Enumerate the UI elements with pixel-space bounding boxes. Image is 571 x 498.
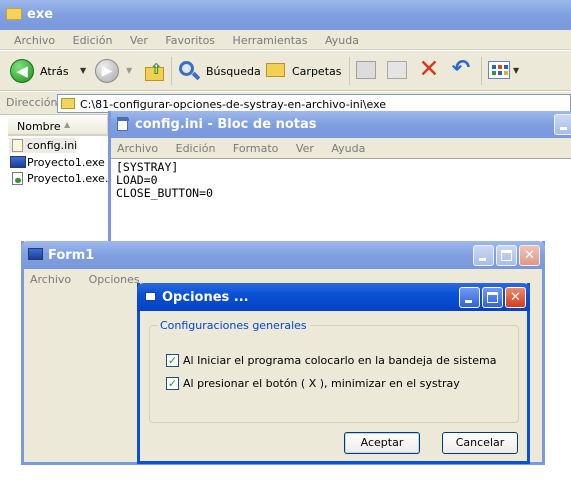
views-icon[interactable]	[488, 61, 510, 79]
explorer-title-bar[interactable]: exe	[0, 0, 571, 30]
checkbox-minimize-on-close[interactable]: ✓	[166, 377, 179, 390]
notepad-title: config.ini - Bloc de notas	[135, 117, 317, 132]
notepad-menu-ver[interactable]: Ver	[296, 142, 314, 155]
menu-archivo[interactable]: Archivo	[14, 34, 55, 47]
copy-to-icon[interactable]	[387, 61, 407, 79]
notepad-minimize-button[interactable]	[554, 114, 571, 135]
menu-herramientas[interactable]: Herramientas	[233, 34, 308, 47]
general-settings-label: Configuraciones generales	[157, 319, 310, 332]
search-button[interactable]: Búsqueda	[177, 58, 261, 84]
column-header-name[interactable]: Nombre ▲	[8, 116, 108, 136]
option-minimize-on-close[interactable]: ✓ Al presionar el botón ( X ), minimizar…	[166, 376, 516, 392]
opciones-title: Opciones ...	[162, 290, 249, 305]
explorer-menu-bar: Archivo Edición Ver Favoritos Herramient…	[0, 30, 571, 50]
search-label: Búsqueda	[206, 65, 261, 78]
opciones-dialog: Opciones ... ✕ Configuraciones generales…	[137, 283, 530, 464]
column-name-label: Nombre	[17, 120, 61, 133]
list-item[interactable]: Proyecto1.exe.m	[9, 171, 119, 186]
form1-title: Form1	[48, 248, 95, 263]
general-settings-group	[149, 325, 519, 423]
exe-file-icon	[10, 156, 26, 168]
option-start-in-tray-label: Al Iniciar el programa colocarlo en la b…	[183, 354, 497, 367]
notepad-title-bar[interactable]: config.ini - Bloc de notas	[111, 111, 571, 138]
cancel-button[interactable]: Cancelar	[442, 432, 518, 454]
file-name: config.ini	[27, 139, 78, 152]
list-item[interactable]: config.ini	[9, 138, 78, 153]
folders-button[interactable]: Carpetas	[265, 58, 341, 84]
back-button[interactable]: ◀ Atrás	[10, 59, 80, 83]
address-label: Dirección	[6, 96, 58, 109]
folders-icon	[266, 63, 285, 77]
notepad-menu-archivo[interactable]: Archivo	[117, 142, 158, 155]
form1-maximize-button[interactable]	[496, 245, 517, 266]
form1-menu-opciones[interactable]: Opciones	[89, 273, 140, 286]
opciones-minimize-button[interactable]	[459, 287, 480, 308]
opciones-maximize-button[interactable]	[482, 287, 503, 308]
file-list-blank-area	[545, 296, 571, 498]
sort-ascending-icon: ▲	[64, 120, 71, 129]
file-name: Proyecto1.exe.m	[27, 172, 120, 185]
file-name: Proyecto1.exe	[27, 156, 105, 169]
manifest-file-icon	[12, 172, 23, 185]
form1-title-bar[interactable]: Form1 ✕	[21, 241, 545, 269]
delete-icon[interactable]: ✕	[417, 55, 441, 83]
forward-dropdown-icon[interactable]: ▼	[126, 66, 132, 75]
checkbox-start-in-tray[interactable]: ✓	[166, 354, 179, 367]
option-minimize-on-close-label: Al presionar el botón ( X ), minimizar e…	[183, 377, 460, 390]
notepad-menu-ayuda[interactable]: Ayuda	[331, 142, 365, 155]
menu-edicion[interactable]: Edición	[73, 34, 113, 47]
list-item[interactable]: Proyecto1.exe	[9, 155, 109, 170]
back-dropdown-icon[interactable]: ▼	[80, 66, 86, 75]
forward-button[interactable]: ▶	[95, 59, 119, 83]
form1-close-button[interactable]: ✕	[519, 245, 540, 266]
back-arrow-icon: ◀	[10, 59, 34, 83]
address-value: C:\81-configurar-opciones-de-systray-en-…	[80, 98, 387, 111]
option-start-in-tray[interactable]: ✓ Al Iniciar el programa colocarlo en la…	[166, 353, 516, 369]
notepad-line: CLOSE_BUTTON=0	[116, 186, 213, 200]
move-to-icon[interactable]	[356, 61, 376, 79]
back-label: Atrás	[40, 65, 69, 78]
menu-ayuda[interactable]: Ayuda	[325, 34, 359, 47]
address-folder-icon	[61, 98, 75, 109]
ini-file-icon	[12, 139, 23, 152]
form1-minimize-button[interactable]	[473, 245, 494, 266]
form1-app-icon	[28, 248, 43, 260]
folder-icon	[6, 8, 22, 20]
notepad-menu-edicion[interactable]: Edición	[176, 142, 216, 155]
form1-menu-archivo[interactable]: Archivo	[30, 273, 71, 286]
opciones-close-button[interactable]: ✕	[505, 287, 526, 308]
menu-ver[interactable]: Ver	[130, 34, 148, 47]
notepad-menu-formato[interactable]: Formato	[233, 142, 279, 155]
explorer-title: exe	[27, 7, 54, 22]
views-dropdown-icon[interactable]: ▼	[513, 66, 519, 75]
dialog-app-icon	[145, 292, 156, 301]
menu-favoritos[interactable]: Favoritos	[165, 34, 215, 47]
up-folder-icon[interactable]: ⇧	[144, 60, 166, 82]
notepad-menu-bar: Archivo Edición Formato Ver Ayuda	[111, 138, 571, 158]
accept-button[interactable]: Aceptar	[344, 432, 420, 454]
notepad-line: [SYSTRAY]	[116, 160, 179, 174]
notepad-icon	[117, 117, 129, 131]
explorer-toolbar: ◀ Atrás ▼ ▶ ▼ ⇧ Búsqueda Carpetas ✕ ↶ ▼	[0, 51, 571, 91]
opciones-title-bar[interactable]: Opciones ... ✕	[137, 283, 530, 311]
undo-icon[interactable]: ↶	[449, 55, 473, 83]
folders-label: Carpetas	[292, 65, 342, 78]
